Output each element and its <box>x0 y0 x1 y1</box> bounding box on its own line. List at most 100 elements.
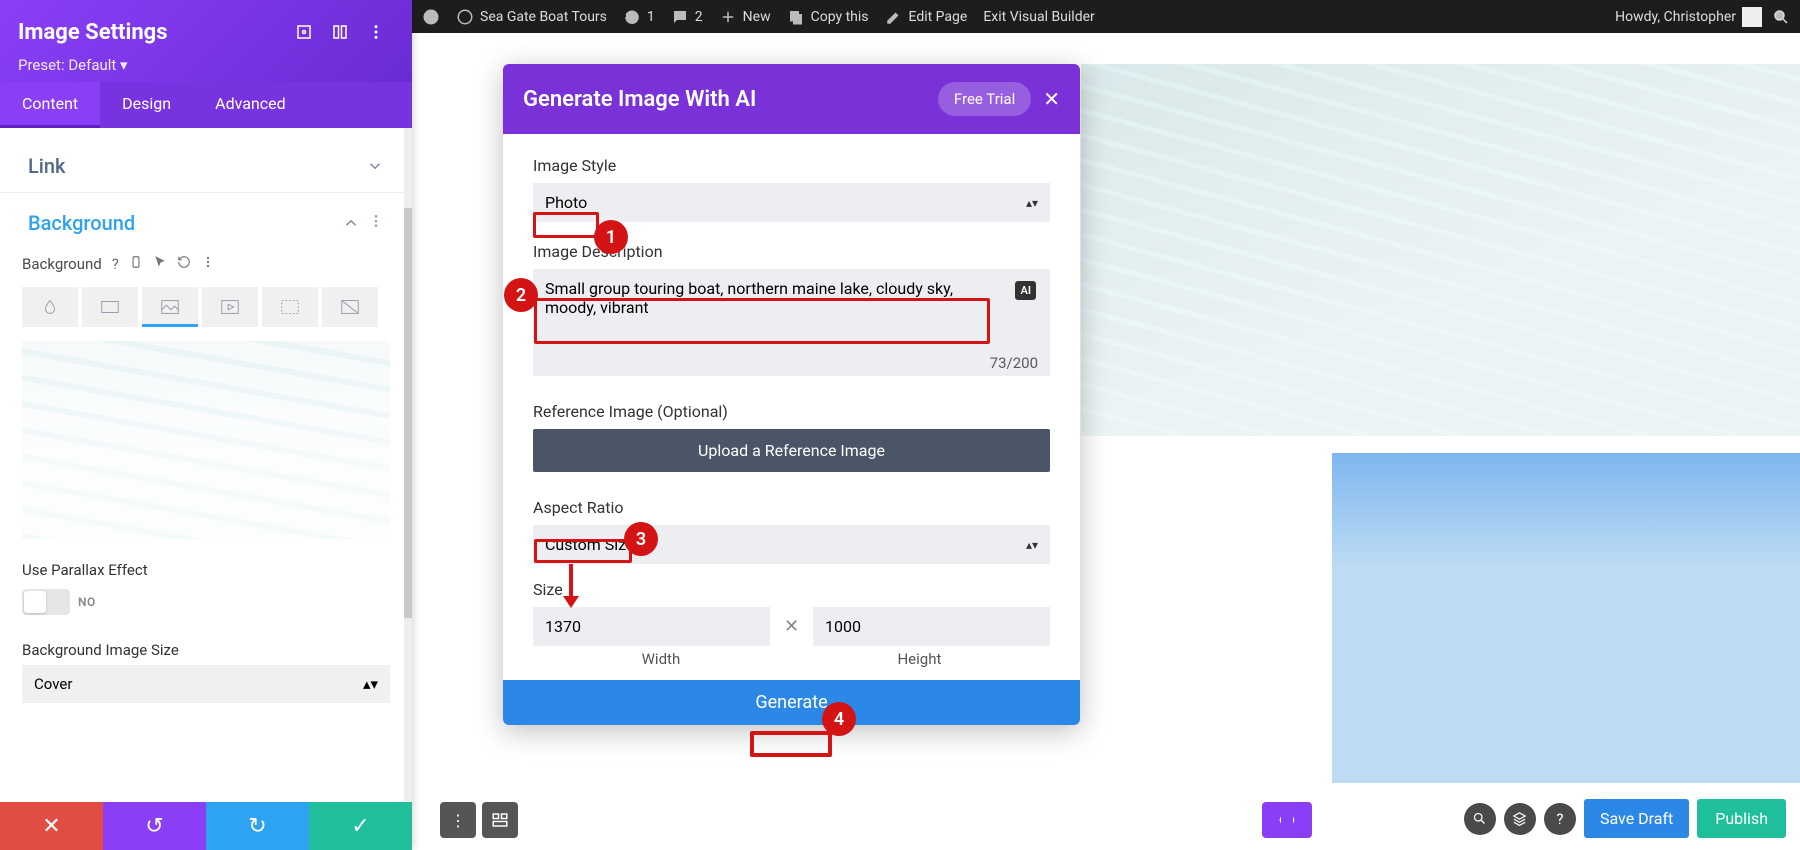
avatar <box>1742 7 1762 27</box>
background-type-tiles <box>22 287 390 327</box>
plus-icon <box>719 8 737 26</box>
new-link[interactable]: New <box>719 8 771 26</box>
more-icon[interactable] <box>201 255 215 273</box>
parallax-toggle[interactable]: NO <box>22 589 390 615</box>
image-desc-textarea[interactable] <box>533 269 1050 376</box>
image-style-value: Photo <box>545 193 587 212</box>
comment-icon <box>671 8 689 26</box>
help-icon[interactable]: ? <box>112 255 119 273</box>
aspect-ratio-select[interactable]: Custom Size ▴▾ <box>533 525 1050 564</box>
height-label: Height <box>897 650 941 668</box>
pencil-icon <box>885 8 903 26</box>
size-label: Size <box>533 580 1050 599</box>
modal-title: Generate Image With AI <box>523 87 926 112</box>
accordion-link[interactable]: Link <box>22 142 390 190</box>
site-name-link[interactable]: Sea Gate Boat Tours <box>456 8 607 26</box>
background-preview[interactable] <box>22 341 390 539</box>
tab-design[interactable]: Design <box>100 82 193 128</box>
save-button[interactable]: ✓ <box>309 802 412 850</box>
height-input[interactable]: 1000 <box>813 607 1050 646</box>
save-draft-button[interactable]: Save Draft <box>1584 799 1689 838</box>
drag-handle[interactable] <box>1262 802 1312 838</box>
background-field-header: Background ? <box>22 247 390 281</box>
columns-icon[interactable] <box>322 14 358 50</box>
image-style-label: Image Style <box>533 156 1050 175</box>
more-icon[interactable] <box>358 14 394 50</box>
copy-link[interactable]: Copy this <box>787 8 869 26</box>
width-label: Width <box>642 650 681 668</box>
exit-vb-link[interactable]: Exit Visual Builder <box>983 9 1094 25</box>
width-input[interactable]: 1370 <box>533 607 770 646</box>
wp-logo[interactable] <box>422 8 440 26</box>
publish-button[interactable]: Publish <box>1697 799 1786 838</box>
tab-content[interactable]: Content <box>0 82 100 128</box>
image-desc-wrap: AI 73/200 <box>533 269 1050 380</box>
accordion-background[interactable]: Background <box>22 199 390 247</box>
wireframe-icon[interactable] <box>482 802 518 838</box>
cursor-icon[interactable] <box>153 255 167 273</box>
sidebar-content: Link Background Background ? <box>0 128 412 802</box>
bg-size-label: Background Image Size <box>22 641 390 659</box>
sidebar-tabs: Content Design Advanced <box>0 82 412 128</box>
undo-icon[interactable] <box>177 255 191 273</box>
preset-dropdown[interactable]: Preset: Default ▾ <box>18 56 394 74</box>
refresh-icon <box>623 8 641 26</box>
settings-sidebar: Image Settings Preset: Default ▾ Content… <box>0 0 412 850</box>
layers-icon[interactable] <box>1504 803 1536 835</box>
settings-title: Image Settings <box>18 20 286 45</box>
edit-page-link[interactable]: Edit Page <box>885 8 968 26</box>
bg-video-tile[interactable] <box>202 287 258 327</box>
image-desc-label: Image Description <box>533 242 1050 261</box>
home-icon <box>456 8 474 26</box>
select-caret-icon: ▴▾ <box>1026 196 1038 210</box>
hero-image-bridge <box>1081 64 1800 436</box>
hero-image-palms <box>1332 453 1800 783</box>
ref-image-label: Reference Image (Optional) <box>533 402 1050 421</box>
redo-button[interactable]: ↻ <box>206 802 309 850</box>
wp-admin-bar: Sea Gate Boat Tours 1 2 New Copy this Ed… <box>412 0 1800 33</box>
bg-color-tile[interactable] <box>22 287 78 327</box>
select-caret-icon: ▴▾ <box>1026 538 1038 552</box>
bg-mask-tile[interactable] <box>322 287 378 327</box>
bg-size-select[interactable]: Cover ▴▾ <box>22 665 390 703</box>
discard-button[interactable]: ✕ <box>0 802 103 850</box>
image-style-select[interactable]: Photo ▴▾ <box>533 183 1050 222</box>
bg-image-tile[interactable] <box>142 287 198 327</box>
search-icon[interactable] <box>1772 8 1790 26</box>
background-label: Background <box>22 255 102 273</box>
upload-ref-button[interactable]: Upload a Reference Image <box>533 429 1050 472</box>
select-caret-icon: ▴▾ <box>363 675 378 693</box>
chevron-down-icon <box>366 157 384 175</box>
times-icon: ✕ <box>784 616 799 637</box>
bg-pattern-tile[interactable] <box>262 287 318 327</box>
page-canvas: Generate Image With AI Free Trial ✕ Imag… <box>412 33 1800 850</box>
more-icon[interactable] <box>368 213 384 233</box>
scrollbar-thumb[interactable] <box>404 208 412 618</box>
howdy-link[interactable]: Howdy, Christopher <box>1615 7 1762 27</box>
builder-controls-right: ? Save Draft Publish <box>1464 799 1786 838</box>
tab-advanced[interactable]: Advanced <box>193 82 308 128</box>
expand-icon[interactable] <box>286 14 322 50</box>
modal-header: Generate Image With AI Free Trial ✕ <box>503 64 1080 134</box>
aspect-ratio-value: Custom Size <box>545 535 634 554</box>
accordion-link-title: Link <box>28 154 366 178</box>
generate-button[interactable]: Generate <box>503 680 1080 725</box>
close-icon[interactable]: ✕ <box>1043 87 1060 111</box>
comments-link[interactable]: 2 <box>671 8 703 26</box>
zoom-icon[interactable] <box>1464 803 1496 835</box>
free-trial-pill[interactable]: Free Trial <box>938 82 1031 116</box>
undo-button[interactable]: ↺ <box>103 802 206 850</box>
ai-chip[interactable]: AI <box>1015 281 1036 300</box>
updates-link[interactable]: 1 <box>623 8 655 26</box>
mobile-icon[interactable] <box>129 255 143 273</box>
help-icon[interactable]: ? <box>1544 803 1576 835</box>
bg-gradient-tile[interactable] <box>82 287 138 327</box>
more-icon[interactable]: ⋮ <box>440 802 476 838</box>
parallax-value: NO <box>78 595 96 609</box>
aspect-ratio-label: Aspect Ratio <box>533 498 1050 517</box>
ai-image-modal: Generate Image With AI Free Trial ✕ Imag… <box>503 64 1080 725</box>
copy-icon <box>787 8 805 26</box>
accordion-background-title: Background <box>28 211 342 235</box>
bg-size-value: Cover <box>34 675 72 693</box>
builder-controls-left: ⋮ <box>440 802 518 838</box>
